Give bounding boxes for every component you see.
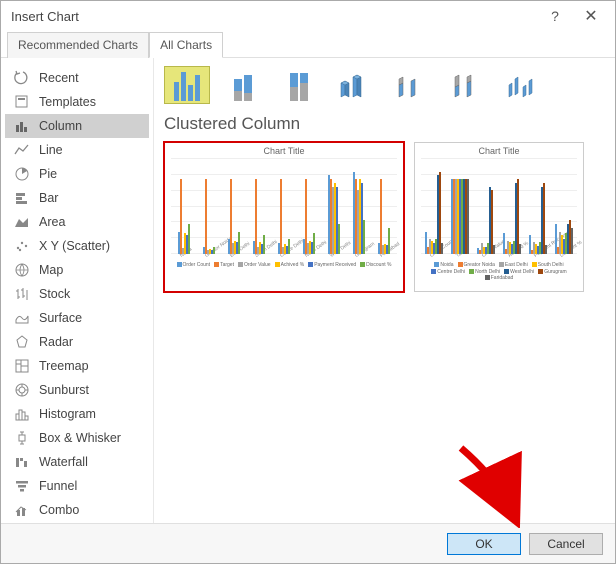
sidebar-item-label: Pie <box>39 167 57 181</box>
preview-title: Chart Title <box>165 143 403 159</box>
box-whisker-icon <box>13 430 31 446</box>
sidebar-item-label: Treemap <box>39 359 89 373</box>
sidebar-item-combo[interactable]: Combo <box>5 498 149 522</box>
close-button[interactable]: ✕ <box>573 2 609 30</box>
chart-previews: Chart Title NoidaGreator NoidaEast Delhi… <box>164 142 605 292</box>
sidebar-item-label: Box & Whisker <box>39 431 121 445</box>
tab-all-charts[interactable]: All Charts <box>149 32 223 58</box>
sidebar-item-map[interactable]: Map <box>5 258 149 282</box>
sidebar-item-label: Bar <box>39 191 58 205</box>
preview-2-legend: NoidaGreator NoidaEast DelhiSouth DelhiC… <box>415 260 583 284</box>
tab-recommended[interactable]: Recommended Charts <box>7 32 149 58</box>
sidebar-item-templates[interactable]: Templates <box>5 90 149 114</box>
surface-icon <box>13 310 31 326</box>
chart-type-label: Clustered Column <box>164 114 605 134</box>
sidebar-item-label: Area <box>39 215 65 229</box>
sidebar-item-label: Histogram <box>39 407 96 421</box>
sidebar-item-boxwhisker[interactable]: Box & Whisker <box>5 426 149 450</box>
thumb-3d-clustered-column[interactable] <box>332 66 378 104</box>
sidebar-item-label: Funnel <box>39 479 77 493</box>
sidebar-item-area[interactable]: Area <box>5 210 149 234</box>
line-icon <box>13 142 31 158</box>
sidebar-item-stock[interactable]: Stock <box>5 282 149 306</box>
histogram-icon <box>13 406 31 422</box>
preview-1-legend: Order CountTargetOrder ValueAchived %Pay… <box>165 260 403 271</box>
thumb-100-stacked-column[interactable] <box>276 66 322 104</box>
sidebar-item-label: Radar <box>39 335 73 349</box>
column-icon <box>13 118 31 134</box>
sidebar-item-label: Map <box>39 263 63 277</box>
content-pane: Clustered Column Chart Title NoidaGreato… <box>153 58 615 523</box>
thumb-stacked-column[interactable] <box>220 66 266 104</box>
cancel-button[interactable]: Cancel <box>529 533 603 555</box>
sidebar-item-recent[interactable]: Recent <box>5 66 149 90</box>
tab-strip: Recommended Charts All Charts <box>1 31 615 58</box>
sunburst-icon <box>13 382 31 398</box>
templates-icon <box>13 94 31 110</box>
sidebar-item-label: Stock <box>39 287 70 301</box>
preview-1-plot <box>165 159 403 254</box>
sidebar-item-sunburst[interactable]: Sunburst <box>5 378 149 402</box>
thumb-3d-100-stacked-column[interactable] <box>444 66 490 104</box>
bar-icon <box>13 190 31 206</box>
preview-2[interactable]: Chart Title Order CountTargetOrder Value… <box>414 142 584 292</box>
titlebar: Insert Chart ? ✕ <box>1 1 615 31</box>
sidebar-item-label: Recent <box>39 71 79 85</box>
sidebar-item-label: Line <box>39 143 63 157</box>
thumb-3d-column[interactable] <box>500 66 546 104</box>
sidebar-item-funnel[interactable]: Funnel <box>5 474 149 498</box>
funnel-icon <box>13 478 31 494</box>
sidebar-item-label: Waterfall <box>39 455 88 469</box>
dialog-body: Recent Templates Column Line Pie Bar Are… <box>1 58 615 523</box>
map-icon <box>13 262 31 278</box>
radar-icon <box>13 334 31 350</box>
thumb-clustered-column[interactable] <box>164 66 210 104</box>
scatter-icon <box>13 238 31 254</box>
subtype-thumbnails <box>164 66 605 104</box>
sidebar-item-surface[interactable]: Surface <box>5 306 149 330</box>
sidebar-item-treemap[interactable]: Treemap <box>5 354 149 378</box>
sidebar-item-label: Sunburst <box>39 383 89 397</box>
sidebar-item-scatter[interactable]: X Y (Scatter) <box>5 234 149 258</box>
sidebar-item-column[interactable]: Column <box>5 114 149 138</box>
pie-icon <box>13 166 31 182</box>
stock-icon <box>13 286 31 302</box>
sidebar-item-line[interactable]: Line <box>5 138 149 162</box>
sidebar-item-label: Combo <box>39 503 79 517</box>
ok-button[interactable]: OK <box>447 533 521 555</box>
sidebar-item-label: Column <box>39 119 82 133</box>
sidebar-item-label: Templates <box>39 95 96 109</box>
area-icon <box>13 214 31 230</box>
thumb-3d-stacked-column[interactable] <box>388 66 434 104</box>
help-button[interactable]: ? <box>537 2 573 30</box>
preview-title: Chart Title <box>415 143 583 159</box>
sidebar-item-bar[interactable]: Bar <box>5 186 149 210</box>
sidebar-item-radar[interactable]: Radar <box>5 330 149 354</box>
preview-1[interactable]: Chart Title NoidaGreator NoidaEast Delhi… <box>164 142 404 292</box>
sidebar-item-histogram[interactable]: Histogram <box>5 402 149 426</box>
sidebar-item-waterfall[interactable]: Waterfall <box>5 450 149 474</box>
sidebar-item-label: Surface <box>39 311 82 325</box>
sidebar-item-pie[interactable]: Pie <box>5 162 149 186</box>
chart-type-sidebar: Recent Templates Column Line Pie Bar Are… <box>1 58 153 523</box>
insert-chart-dialog: Insert Chart ? ✕ Recommended Charts All … <box>0 0 616 564</box>
button-row: OK Cancel <box>1 523 615 563</box>
dialog-title: Insert Chart <box>11 9 537 24</box>
recent-icon <box>13 70 31 86</box>
waterfall-icon <box>13 454 31 470</box>
combo-icon <box>13 502 31 518</box>
sidebar-item-label: X Y (Scatter) <box>39 239 110 253</box>
treemap-icon <box>13 358 31 374</box>
